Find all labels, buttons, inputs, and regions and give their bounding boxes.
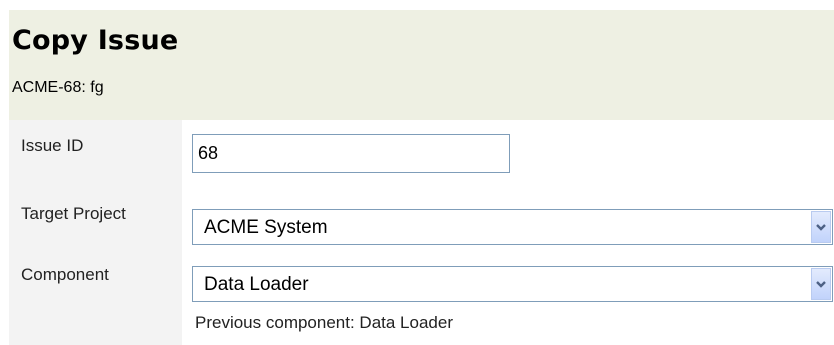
chevron-down-icon[interactable] [811, 268, 831, 300]
page-title: Copy Issue [12, 25, 179, 56]
component-value: Data Loader [204, 274, 309, 295]
target-project-label: Target Project [21, 204, 126, 223]
chevron-down-icon[interactable] [811, 211, 831, 243]
target-project-value: ACME System [204, 217, 328, 238]
component-label: Component [21, 265, 109, 284]
component-select[interactable]: Data Loader [192, 266, 833, 302]
issue-id-label: Issue ID [21, 136, 84, 155]
issue-id-input[interactable] [192, 134, 510, 173]
previous-component-hint: Previous component: Data Loader [195, 313, 453, 332]
target-project-select[interactable]: ACME System [192, 209, 833, 245]
issue-subtitle: ACME-68: fg [12, 79, 104, 96]
